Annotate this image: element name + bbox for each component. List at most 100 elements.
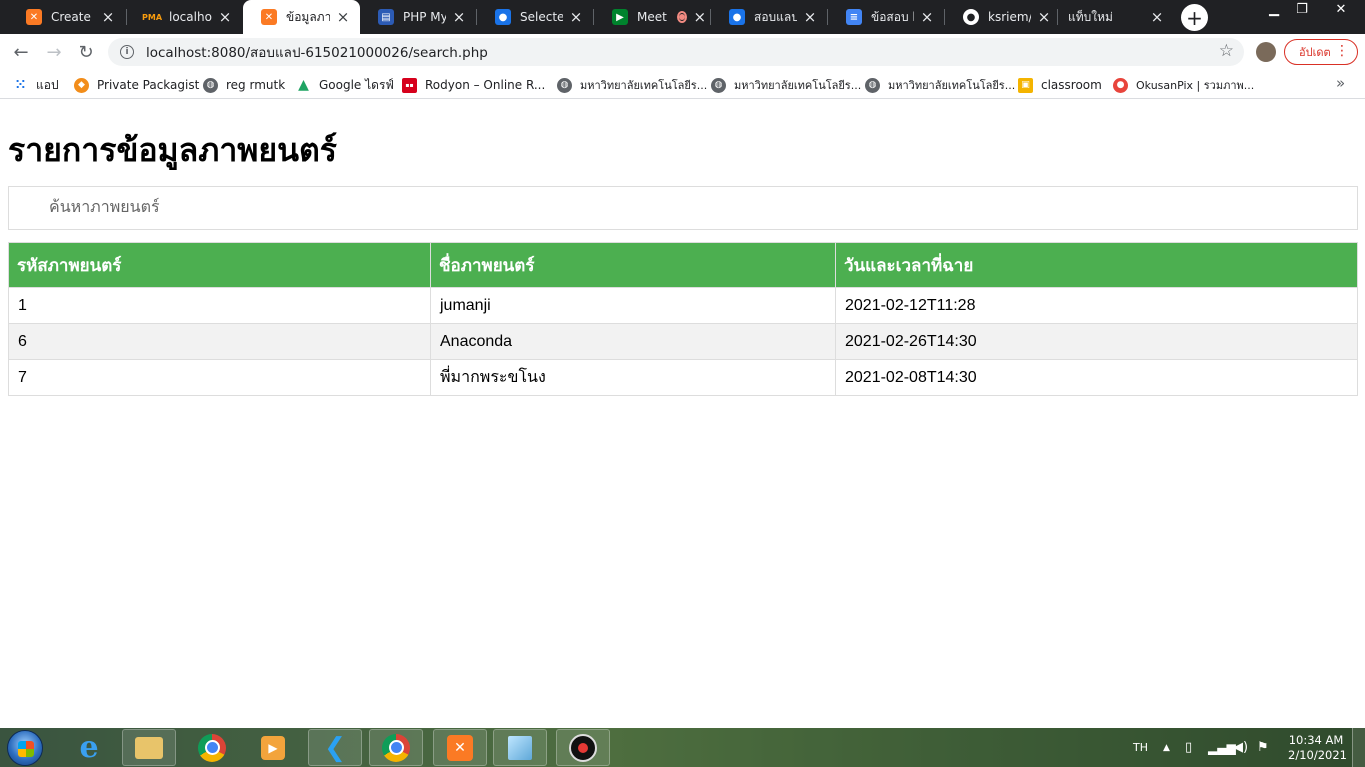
file-explorer-icon	[135, 736, 163, 759]
page-title: รายการข้อมูลภาพยนตร์	[8, 132, 337, 168]
url-text[interactable]: localhost:8080/สอบแลป-615021000026/searc…	[146, 41, 488, 63]
action-center-flag-icon[interactable]: ⚑	[1257, 728, 1269, 767]
show-desktop-button[interactable]	[1352, 728, 1365, 767]
minimize-button[interactable]: ▁	[1260, 0, 1288, 18]
movie-name-cell: พี่มากพระขโนง	[430, 359, 836, 396]
showtime-cell: 2021-02-12T11:28	[835, 287, 1358, 324]
windows-taskbar: e ▶ ❮ ✕ TH ▲ ▯ ▂▄▆ ◀) ⚑ 10:34 AM 2/10/20…	[0, 728, 1365, 767]
showtime-cell: 2021-02-08T14:30	[835, 359, 1358, 396]
page-content: รายการข้อมูลภาพยนตร์ รหัสภาพยนตร์ ชื่อภา…	[0, 100, 1365, 728]
classroom-person-icon: ●	[729, 9, 745, 25]
close-window-button[interactable]: ✕	[1326, 0, 1356, 18]
internet-explorer-button[interactable]: e	[62, 729, 116, 766]
address-bar[interactable]: i localhost:8080/สอบแลป-615021000026/sea…	[108, 38, 1244, 66]
recording-icon	[676, 11, 687, 23]
file-explorer-button[interactable]	[122, 729, 176, 766]
tab-selected[interactable]: ● Selected T ×	[477, 0, 593, 34]
column-header-movie-name: ชื่อภาพยนตร์	[430, 242, 836, 288]
chrome-icon	[198, 733, 226, 762]
close-icon[interactable]: ×	[1148, 8, 1166, 26]
update-button[interactable]: อัปเดต ⋮	[1284, 39, 1358, 65]
search-input[interactable]	[8, 186, 1358, 230]
tab-meet[interactable]: ▶ Meet ×	[594, 0, 710, 34]
volume-icon[interactable]: ◀)	[1233, 728, 1248, 767]
column-header-showtime: วันและเวลาที่ฉาย	[835, 242, 1358, 288]
chrome-window-button[interactable]	[369, 729, 423, 766]
okusanpix-icon: ●	[1113, 77, 1128, 93]
bookmark-classroom[interactable]: ▣ classroom	[1018, 76, 1102, 94]
bookmark-google-drive[interactable]: ▲ Google ไดรฟ์	[296, 76, 394, 94]
tab-phpmyadmin[interactable]: PMA localhost/ ×	[126, 0, 242, 34]
movie-table: รหัสภาพยนตร์ ชื่อภาพยนตร์ วันและเวลาที่ฉ…	[8, 242, 1358, 396]
table-row: 1 jumanji 2021-02-12T11:28	[8, 287, 1358, 324]
movie-id-cell: 6	[8, 323, 431, 360]
show-hidden-icons-icon[interactable]: ▲	[1163, 728, 1170, 767]
bookmark-okusanpix[interactable]: ● OkusanPix | รวมภาพ...	[1113, 76, 1254, 94]
windows-logo-icon	[18, 741, 34, 757]
close-icon[interactable]: ×	[1035, 8, 1053, 26]
forward-button[interactable]: →	[42, 40, 66, 64]
network-signal-icon[interactable]: ▂▄▆	[1208, 728, 1236, 767]
start-button[interactable]	[7, 730, 43, 766]
chrome-button[interactable]	[185, 729, 239, 766]
close-icon[interactable]: ×	[334, 8, 352, 26]
close-icon[interactable]: ×	[450, 8, 468, 26]
info-icon[interactable]: i	[120, 45, 134, 59]
bookmark-rodyon[interactable]: ▪▪ Rodyon – Online R...	[402, 76, 545, 94]
tab-movie-list[interactable]: ✕ ข้อมูลภาพย ×	[243, 0, 360, 34]
tab-php-mysql[interactable]: ▤ PHP MySQ ×	[360, 0, 476, 34]
clock-time: 10:34 AM	[1288, 733, 1344, 747]
close-icon[interactable]: ×	[801, 8, 819, 26]
language-indicator[interactable]: TH	[1133, 728, 1148, 767]
docs-icon: ≡	[846, 9, 862, 25]
close-icon[interactable]: ×	[567, 8, 585, 26]
bookmarks-bar: ⁙ แอป ◆ Private Packagist ◍ reg rmutk ▲ …	[0, 70, 1365, 99]
column-header-movie-id: รหัสภาพยนตร์	[8, 242, 431, 288]
movie-id-cell: 1	[8, 287, 431, 324]
bookmark-university-3[interactable]: ◍ มหาวิทยาลัยเทคโนโลยีร...	[865, 76, 1015, 94]
tab-lab-exam-doc[interactable]: ≡ ข้อสอบ lab ×	[828, 0, 944, 34]
system-clock[interactable]: 10:34 AM 2/10/2021	[1288, 733, 1347, 763]
close-icon[interactable]: ×	[918, 8, 936, 26]
browser-toolbar: ← → ↻ i localhost:8080/สอบแลป-6150210000…	[0, 34, 1365, 70]
more-menu-icon: ⋮	[1335, 43, 1349, 59]
more-bookmarks-icon[interactable]: »	[1336, 74, 1345, 92]
bookmark-reg-rmutk[interactable]: ◍ reg rmutk	[203, 76, 285, 94]
close-icon[interactable]: ×	[691, 8, 709, 26]
vscode-icon: ❮	[324, 732, 346, 763]
tab-create-record[interactable]: ✕ Create Re ×	[8, 0, 125, 34]
notepad-button[interactable]	[493, 729, 547, 766]
tab-strip: ✕ Create Re × PMA localhost/ × ✕ ข้อมูลภ…	[0, 0, 1365, 34]
globe-icon: ◍	[711, 77, 726, 93]
clock-date: 2/10/2021	[1288, 748, 1347, 762]
profile-avatar[interactable]	[1256, 42, 1276, 62]
close-icon[interactable]: ×	[216, 8, 234, 26]
reload-button[interactable]: ↻	[74, 40, 98, 64]
notepad-icon	[508, 735, 532, 760]
globe-icon: ◍	[865, 77, 880, 93]
close-icon[interactable]: ×	[99, 8, 117, 26]
tab-github[interactable]: ● ksriem/ex ×	[945, 0, 1061, 34]
bookmark-private-packagist[interactable]: ◆ Private Packagist	[74, 76, 199, 94]
xampp-icon: ✕	[26, 9, 42, 25]
globe-icon: ◍	[203, 77, 218, 93]
battery-icon[interactable]: ▯	[1185, 728, 1192, 767]
restore-button[interactable]: ❐	[1288, 0, 1316, 18]
bookmark-star-icon[interactable]: ☆	[1219, 41, 1234, 61]
classroom-icon: ▣	[1018, 77, 1033, 93]
classroom-person-icon: ●	[495, 9, 511, 25]
github-icon: ●	[963, 9, 979, 25]
back-button[interactable]: ←	[9, 40, 33, 64]
new-tab-button[interactable]: +	[1181, 4, 1208, 31]
showtime-cell: 2021-02-26T14:30	[835, 323, 1358, 360]
tab-sorb-lab[interactable]: ● สอบแลป ×	[711, 0, 827, 34]
vscode-button[interactable]: ❮	[308, 729, 362, 766]
bookmark-university-2[interactable]: ◍ มหาวิทยาลัยเทคโนโลยีร...	[711, 76, 861, 94]
xampp-button[interactable]: ✕	[433, 729, 487, 766]
bookmark-university-1[interactable]: ◍ มหาวิทยาลัยเทคโนโลยีร...	[557, 76, 707, 94]
rodyon-icon: ▪▪	[402, 77, 417, 93]
media-player-button[interactable]: ▶	[246, 729, 300, 766]
screen-recorder-button[interactable]	[556, 729, 610, 766]
bookmark-apps[interactable]: ⁙ แอป	[13, 76, 59, 94]
tab-new-tab[interactable]: แท็บใหม่ ×	[1058, 0, 1174, 34]
